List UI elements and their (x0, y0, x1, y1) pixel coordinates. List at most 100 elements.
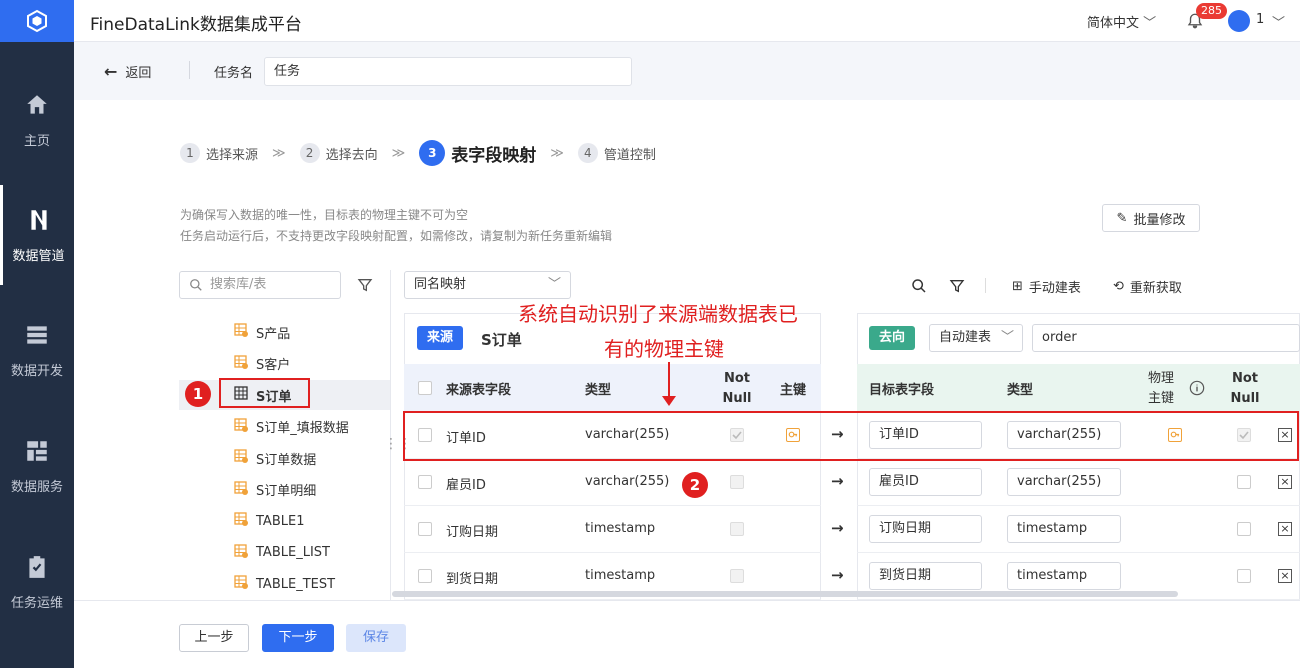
step-4[interactable]: 4 管道控制 (577, 143, 656, 163)
delete-row-icon[interactable]: × (1278, 569, 1292, 583)
source-tag: 来源 (417, 326, 464, 350)
tree-item-label: S产品 (256, 326, 291, 342)
save-button[interactable]: 保存 (346, 624, 406, 652)
tree-item-table[interactable]: S产品 (234, 317, 290, 347)
row-checkbox[interactable] (418, 569, 432, 583)
notification-badge: 285 (1196, 3, 1227, 19)
source-field-type: timestamp (585, 568, 656, 583)
tree-item-label: S订单_填报数据 (256, 421, 349, 436)
tip-line-1: 为确保写入数据的唯一性，目标表的物理主键不可为空 (180, 208, 469, 222)
table-search-input[interactable]: 搜索库/表 (179, 271, 341, 299)
tree-item-table[interactable]: TABLE1 (234, 506, 304, 536)
tree-item-table[interactable]: S订单明细 (234, 475, 316, 505)
user-chevron-icon[interactable]: ﹀ (1272, 12, 1285, 31)
step-3[interactable]: 3 表字段映射 (419, 140, 536, 166)
search-icon (190, 279, 202, 291)
nav-data-pipeline[interactable]: 数据管道 (0, 185, 74, 285)
nav-task-ops[interactable]: 任务运维 (0, 532, 74, 632)
annotation-line-2: 有的物理主键 (604, 337, 724, 361)
target-notnull-checkbox[interactable] (1237, 569, 1251, 583)
double-chevron-icon: ≫ (272, 145, 286, 161)
manual-create-button[interactable]: ⊞ 手动建表 (1012, 277, 1081, 296)
target-notnull-header: Not Null (1230, 371, 1260, 406)
row-checkbox[interactable] (418, 522, 432, 536)
nav-service-label: 数据服务 (10, 479, 63, 495)
edit-icon: ✎ (1116, 210, 1128, 226)
home-icon (27, 94, 47, 114)
back-label: 返回 (125, 66, 152, 81)
marker-1: 1 (185, 381, 211, 407)
select-all-checkbox[interactable] (418, 381, 432, 395)
source-notnull-header: Not Null (722, 371, 752, 406)
create-mode-select[interactable]: 自动建表 ﹀ (929, 324, 1023, 352)
nav-ops-label: 任务运维 (10, 595, 63, 611)
target-type-input[interactable]: varchar(255) (1007, 468, 1121, 496)
mapping-arrow-icon: → (831, 566, 844, 584)
target-table-input[interactable]: order (1032, 324, 1300, 352)
target-field-input[interactable]: 到货日期 (869, 562, 982, 590)
nav-home[interactable]: 主页 (0, 70, 74, 170)
app-logo[interactable] (0, 0, 74, 42)
table-warning-icon (234, 543, 248, 562)
table-warning-icon (234, 417, 248, 436)
nav-data-dev[interactable]: 数据开发 (0, 300, 74, 400)
highlight-selected-table (219, 378, 310, 408)
tree-item-table[interactable]: S客户 (234, 349, 290, 379)
target-pk-header: 物理 主键 (1148, 369, 1174, 409)
source-notnull-checkbox (730, 522, 744, 536)
task-name-input[interactable]: 任务 (264, 57, 632, 86)
language-selector[interactable]: 简体中文 ﹀ (1087, 12, 1156, 31)
target-field-input[interactable]: 雇员ID (869, 468, 982, 496)
step-2[interactable]: 2 选择去向 (299, 143, 378, 163)
source-notnull-checkbox (730, 475, 744, 489)
chevron-down-icon: ﹀ (547, 277, 561, 292)
row-checkbox[interactable] (418, 475, 432, 489)
filter-icon[interactable] (357, 277, 373, 293)
user-name[interactable]: 1 (1256, 12, 1264, 27)
tree-item-table[interactable]: S订单数据 (234, 443, 316, 473)
top-bar: FineDataLink数据集成平台 简体中文 ﹀ 285 1 ﹀ (74, 0, 1300, 42)
target-notnull-checkbox[interactable] (1237, 475, 1251, 489)
delete-row-icon[interactable]: × (1278, 522, 1292, 536)
step-1[interactable]: 1 选择来源 (180, 143, 258, 163)
target-notnull-checkbox[interactable] (1237, 522, 1251, 536)
delete-row-icon[interactable]: × (1278, 475, 1292, 489)
search-placeholder: 搜索库/表 (210, 277, 267, 292)
avatar[interactable] (1228, 10, 1250, 32)
tree-item-table[interactable]: TABLE_LIST (234, 538, 330, 568)
tree-item-label: S订单数据 (256, 452, 317, 468)
tip-line-2: 任务启动运行后，不支持更改字段映射配置，如需修改，请复制为新任务重新编辑 (180, 229, 613, 243)
batch-edit-button[interactable]: ✎ 批量修改 (1102, 204, 1200, 232)
nav-data-service[interactable]: 数据服务 (0, 416, 74, 516)
tree-item-label: TABLE_LIST (256, 545, 330, 560)
double-chevron-icon: ≫ (391, 145, 406, 161)
app-title: FineDataLink数据集成平台 (90, 15, 302, 35)
prev-step-button[interactable]: 上一步 (179, 624, 249, 652)
tree-item-table[interactable]: S订单_填报数据 (234, 412, 349, 442)
target-type-input[interactable]: timestamp (1007, 562, 1121, 590)
target-type-input[interactable]: timestamp (1007, 515, 1121, 543)
mapping-mode-select[interactable]: 同名映射 ﹀ (404, 271, 571, 299)
next-step-button[interactable]: 下一步 (262, 624, 334, 652)
logo-icon (27, 9, 47, 33)
table-warning-icon (234, 323, 248, 341)
target-field-input[interactable]: 订购日期 (869, 515, 982, 543)
step-label: 管道控制 (603, 147, 656, 163)
refetch-label: 重新获取 (1129, 281, 1182, 296)
row-divider (404, 505, 821, 506)
step-num: 2 (299, 143, 320, 163)
target-type-header: 类型 (1007, 383, 1034, 398)
filter-icon[interactable] (949, 278, 965, 294)
refetch-button[interactable]: ⟲ 重新获取 (1113, 277, 1182, 296)
back-button[interactable]: ← 返回 (104, 62, 151, 81)
horizontal-scrollbar[interactable] (392, 591, 1178, 597)
table-warning-icon (234, 512, 248, 530)
double-chevron-icon: ≫ (550, 145, 564, 161)
info-icon[interactable] (1189, 380, 1205, 396)
step-indicator: 1 选择来源 ≫ 2 选择去向 ≫ 3 表字段映射 ≫ 4 管道控制 (180, 140, 656, 166)
annotation-arrow-shaft (668, 362, 670, 398)
ops-icon (29, 555, 45, 578)
search-icon[interactable] (911, 278, 927, 294)
tree-item-table[interactable]: TABLE_TEST (234, 569, 335, 599)
task-header: ← 返回 任务名 任务 (74, 42, 1300, 100)
